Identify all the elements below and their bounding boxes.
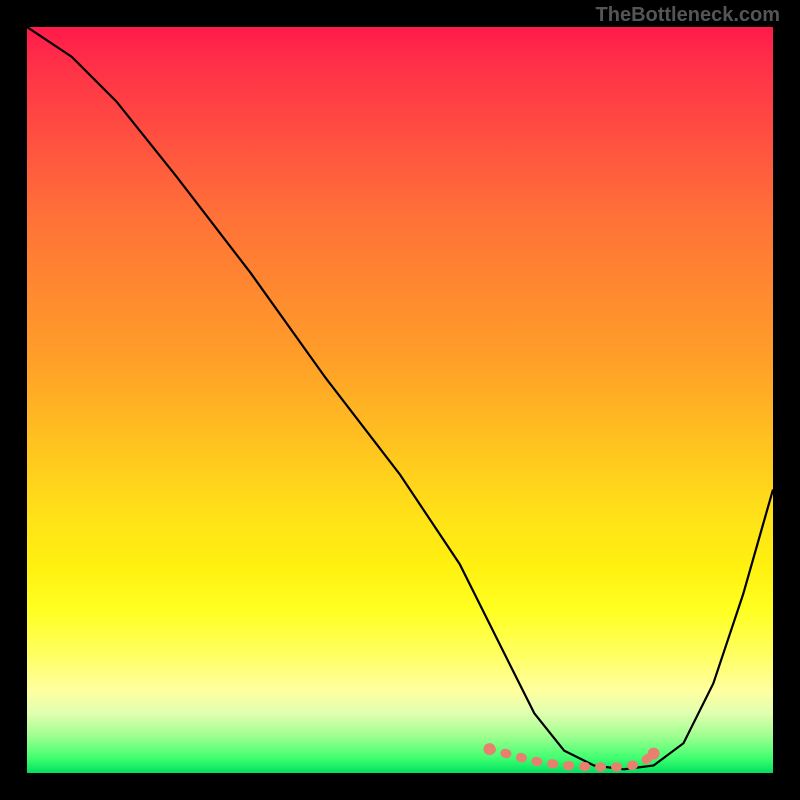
plot-area (27, 27, 773, 773)
bottleneck-curve-line (27, 27, 773, 769)
highlight-range-end (648, 748, 660, 760)
chart-svg (27, 27, 773, 773)
highlight-range-end (484, 743, 496, 755)
watermark-text: TheBottleneck.com (596, 4, 780, 27)
highlight-range-path (490, 749, 654, 767)
